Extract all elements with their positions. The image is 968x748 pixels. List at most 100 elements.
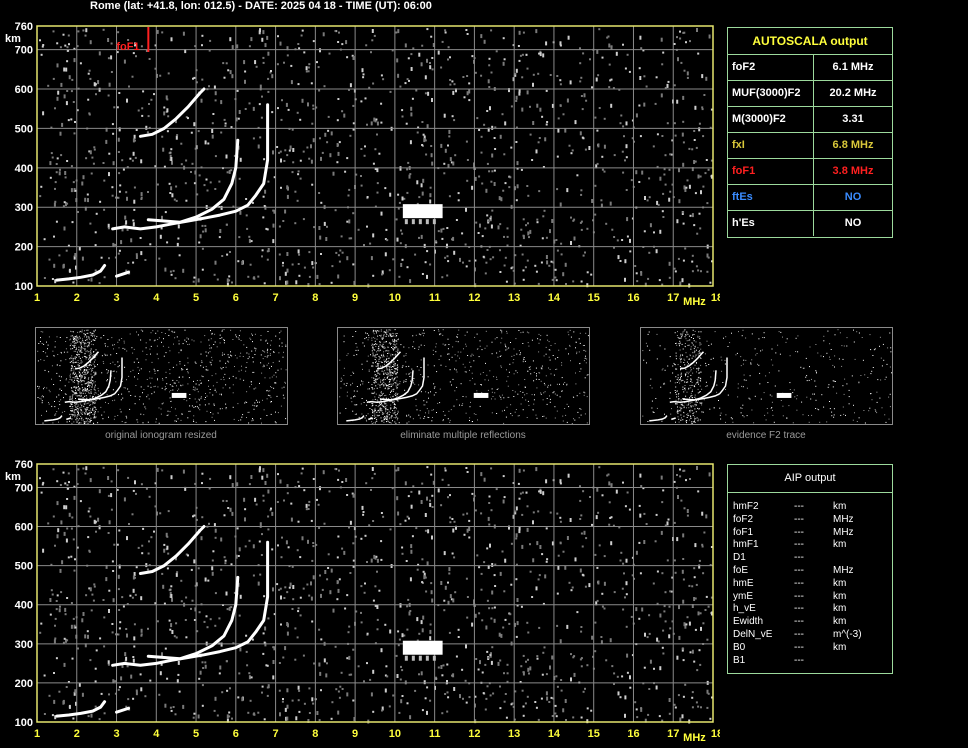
thumbnail-pixel bbox=[79, 407, 81, 409]
thumbnail-pixel bbox=[151, 377, 153, 379]
thumbnail-pixel bbox=[176, 385, 177, 387]
thumbnail-pixel bbox=[46, 355, 48, 357]
thumbnail-pixel bbox=[684, 345, 686, 347]
noise-pixel bbox=[214, 592, 217, 595]
thumbnail-pixel bbox=[828, 384, 830, 386]
thumbnail-pixel bbox=[83, 355, 85, 357]
noise-pixel bbox=[529, 105, 531, 108]
thumbnail-pixel bbox=[86, 333, 88, 334]
thumbnail-pixel bbox=[368, 370, 370, 372]
thumbnail-pixel bbox=[802, 367, 804, 369]
thumbnail-pixel bbox=[376, 351, 377, 353]
noise-pixel bbox=[430, 35, 433, 38]
noise-pixel bbox=[129, 157, 132, 160]
thumbnail-pixel bbox=[112, 389, 114, 391]
thumbnail-pixel bbox=[420, 367, 422, 368]
noise-pixel bbox=[695, 146, 698, 149]
thumbnail-pixel bbox=[690, 409, 692, 411]
thumbnail-pixel bbox=[90, 378, 92, 380]
thumbnail-pixel bbox=[85, 403, 87, 405]
thumbnail-pixel bbox=[390, 390, 392, 392]
noise-pixel bbox=[420, 183, 423, 188]
noise-pixel bbox=[111, 186, 114, 189]
noise-pixel bbox=[700, 270, 702, 273]
thumbnail-pixel bbox=[723, 337, 724, 339]
thumbnail-pixel bbox=[91, 409, 93, 411]
noise-pixel bbox=[141, 114, 144, 117]
y-tick-label: 500 bbox=[15, 123, 33, 135]
noise-pixel bbox=[243, 497, 246, 502]
thumbnail-pixel bbox=[764, 414, 766, 416]
noise-pixel bbox=[272, 150, 274, 155]
thumbnail-pixel bbox=[73, 368, 75, 370]
thumbnail-pixel bbox=[75, 389, 76, 391]
noise-pixel bbox=[133, 572, 136, 576]
thumbnail-pixel bbox=[214, 341, 216, 343]
thumbnail-pixel bbox=[240, 369, 242, 371]
thumbnail-pixel bbox=[393, 407, 395, 409]
noise-pixel bbox=[414, 253, 417, 256]
thumbnail-pixel bbox=[384, 383, 386, 385]
noise-pixel bbox=[248, 235, 251, 238]
noise-pixel bbox=[398, 711, 401, 714]
thumbnail-pixel bbox=[538, 351, 540, 353]
noise-pixel bbox=[70, 118, 73, 121]
thumbnail-pixel bbox=[385, 379, 386, 380]
noise-pixel bbox=[638, 181, 641, 183]
thumbnail-pixel bbox=[388, 379, 390, 380]
noise-pixel bbox=[120, 240, 123, 245]
noise-pixel bbox=[326, 225, 328, 228]
thumbnail-pixel bbox=[73, 381, 75, 383]
noise-pixel bbox=[135, 253, 138, 256]
noise-pixel bbox=[594, 116, 597, 119]
thumbnail-pixel bbox=[110, 354, 112, 356]
thumbnail-pixel bbox=[569, 344, 571, 346]
thumbnail-pixel bbox=[78, 395, 80, 397]
thumbnail-pixel bbox=[106, 372, 108, 374]
thumbnail-pixel bbox=[123, 387, 125, 389]
noise-pixel bbox=[297, 173, 300, 176]
thumbnail-pixel bbox=[275, 411, 276, 413]
noise-pixel bbox=[504, 182, 507, 185]
thumbnail-pixel bbox=[390, 366, 392, 368]
thumbnail-pixel bbox=[146, 354, 148, 355]
thumbnail-pixel bbox=[43, 396, 44, 398]
thumbnail-pixel bbox=[213, 403, 215, 405]
thumbnail-pixel bbox=[418, 369, 420, 371]
thumbnail-pixel bbox=[710, 376, 712, 378]
thumbnail-pixel bbox=[94, 401, 96, 403]
thumbnail-pixel bbox=[643, 359, 645, 361]
thumbnail-pixel bbox=[515, 409, 517, 410]
thumbnail-pixel bbox=[244, 402, 246, 404]
thumbnail-pixel bbox=[372, 388, 374, 390]
noise-pixel bbox=[524, 266, 527, 269]
noise-pixel bbox=[447, 163, 450, 168]
thumbnail-pixel bbox=[56, 364, 58, 366]
thumbnail-pixel bbox=[245, 401, 247, 403]
thumbnail-pixel bbox=[569, 329, 571, 331]
noise-pixel bbox=[164, 211, 167, 214]
thumbnail-pixel bbox=[149, 348, 151, 350]
thumbnail-pixel bbox=[129, 333, 131, 335]
thumbnail-pixel bbox=[409, 376, 411, 377]
thumbnail-pixel bbox=[281, 345, 283, 347]
thumbnail-pixel bbox=[532, 409, 534, 411]
thumbnail-pixel bbox=[172, 331, 174, 333]
thumbnail-pixel bbox=[84, 366, 86, 368]
thumbnail-pixel bbox=[493, 376, 495, 378]
noise-pixel bbox=[643, 75, 646, 78]
thumbnail-pixel bbox=[384, 361, 386, 363]
noise-pixel bbox=[677, 257, 680, 260]
thumbnail-pixel bbox=[84, 330, 85, 332]
noise-pixel bbox=[448, 135, 451, 138]
noise-pixel bbox=[686, 76, 689, 79]
noise-pixel bbox=[564, 262, 567, 267]
noise-pixel bbox=[529, 229, 532, 234]
thumbnail-pixel bbox=[252, 404, 254, 406]
thumbnail-pixel bbox=[882, 343, 884, 345]
thumbnail-pixel bbox=[833, 380, 835, 382]
thumbnail-pixel bbox=[161, 341, 162, 343]
thumbnail-pixel bbox=[70, 357, 72, 359]
noise-pixel bbox=[527, 231, 530, 236]
thumbnail-pixel bbox=[107, 371, 109, 373]
